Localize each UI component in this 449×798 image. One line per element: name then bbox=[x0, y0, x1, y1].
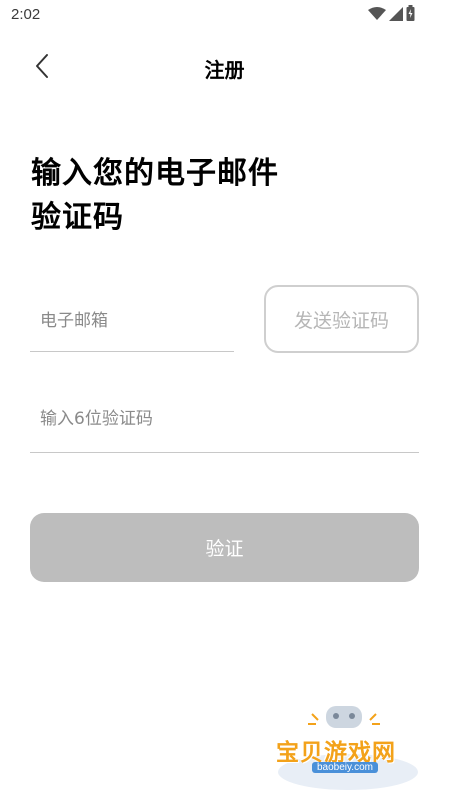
battery-icon bbox=[406, 5, 415, 25]
verification-code-input[interactable] bbox=[30, 406, 419, 432]
email-input[interactable] bbox=[30, 308, 234, 334]
page-title: 注册 bbox=[204, 58, 245, 82]
wifi-icon bbox=[368, 6, 386, 25]
send-code-button[interactable]: 发送验证码 bbox=[264, 285, 419, 353]
watermark: 宝贝游戏网 baobeiy.com bbox=[268, 700, 428, 796]
status-bar: 2:02 bbox=[0, 0, 449, 32]
verify-button[interactable]: 验证 bbox=[30, 513, 419, 582]
watermark-url: baobeiy.com bbox=[312, 762, 378, 773]
heading-line-2: 验证码 bbox=[31, 200, 124, 235]
status-time: 2:02 bbox=[11, 6, 41, 23]
status-icons bbox=[368, 5, 415, 25]
verification-code-field bbox=[30, 392, 419, 453]
nav-bar: 注册 bbox=[0, 44, 449, 90]
heading: 输入您的电子邮件 验证码 bbox=[31, 152, 279, 240]
email-field bbox=[30, 290, 234, 352]
heading-line-1: 输入您的电子邮件 bbox=[31, 156, 279, 191]
signal-icon bbox=[389, 6, 403, 25]
